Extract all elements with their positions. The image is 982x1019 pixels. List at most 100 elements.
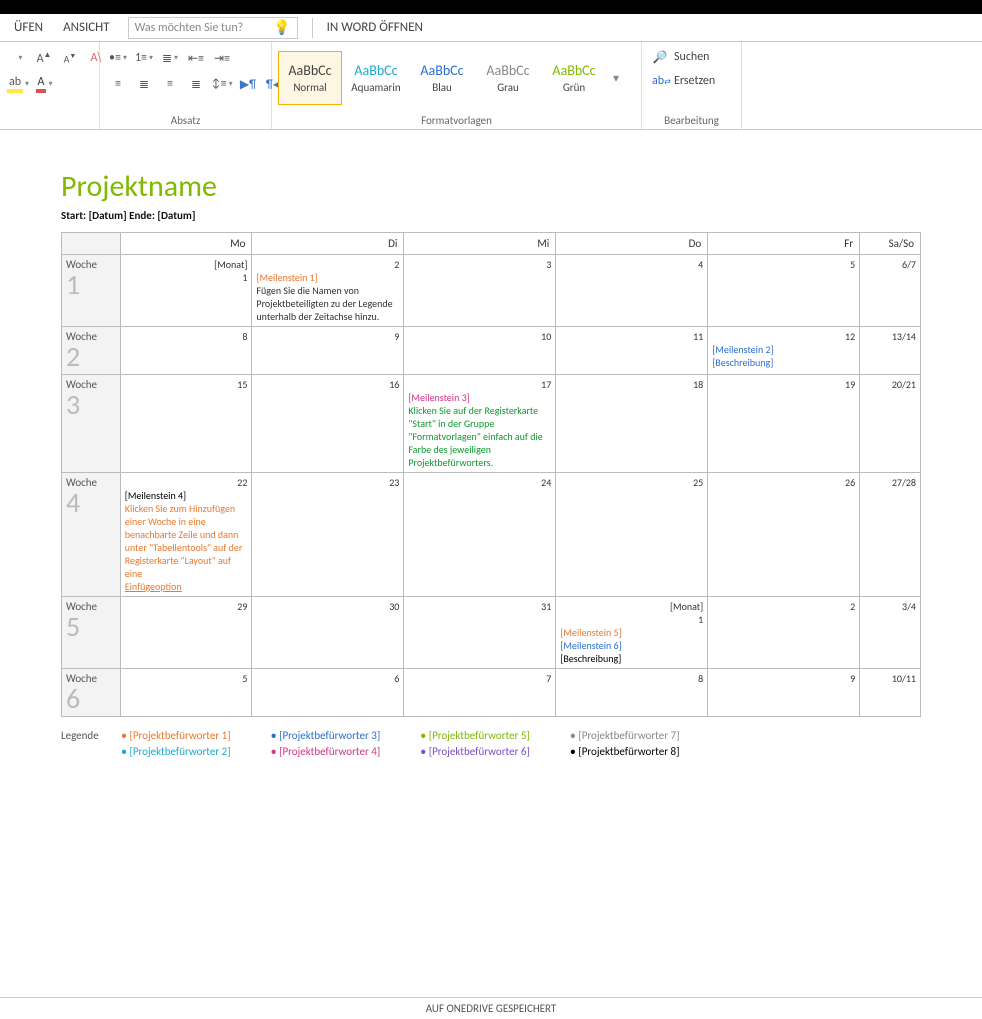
style-gruen[interactable]: AaBbCc Grün xyxy=(542,51,606,105)
font-color-dropdown[interactable] xyxy=(6,46,30,70)
calendar-row[interactable]: Woche3151617[Meilenstein 3]Klicken Sie a… xyxy=(62,375,921,473)
separator xyxy=(312,18,313,38)
document-page[interactable]: Projektname Start: [Datum] Ende: [Datum]… xyxy=(11,142,971,780)
calendar-cell[interactable]: 2[Meilenstein 1]Fügen Sie die Namen von … xyxy=(252,255,404,327)
calendar-cell[interactable]: 22[Meilenstein 4]Klicken Sie zum Hinzufü… xyxy=(120,473,252,597)
calendar-cell[interactable]: 2 xyxy=(708,597,860,669)
bullets-button[interactable]: •≡ xyxy=(106,46,130,70)
calendar-cell[interactable]: 5 xyxy=(708,255,860,327)
tell-me-placeholder: Was möchten Sie tun? xyxy=(135,21,244,35)
shrink-font-button[interactable]: A▼ xyxy=(58,46,82,70)
style-name: Grau xyxy=(497,81,519,94)
style-normal[interactable]: AaBbCc Normal xyxy=(278,51,342,105)
calendar-cell[interactable]: 23 xyxy=(252,473,404,597)
calendar-row[interactable]: Woche5293031[Monat]1[Meilenstein 5][Meil… xyxy=(62,597,921,669)
calendar-cell[interactable]: 10/11 xyxy=(860,669,921,717)
calendar-cell[interactable]: 13/14 xyxy=(860,327,921,375)
outdent-icon: ⇤≡ xyxy=(188,51,204,66)
project-title[interactable]: Projektname xyxy=(61,168,921,205)
align-left-icon: ≡ xyxy=(115,77,121,91)
calendar-row[interactable]: Woche422[Meilenstein 4]Klicken Sie zum H… xyxy=(62,473,921,597)
calendar-cell[interactable]: [Monat]1 xyxy=(120,255,252,327)
legend-column: • [Projektbefürworter 7]• [Projektbefürw… xyxy=(570,729,680,760)
group-label-formatvorlagen: Formatvorlagen xyxy=(278,110,635,127)
header-mo: Mo xyxy=(120,233,252,255)
bullets-icon: •≡ xyxy=(109,51,121,65)
ltr-button[interactable]: ▶¶ xyxy=(236,72,260,96)
binoculars-icon: 🔎 xyxy=(652,50,668,65)
calendar-cell[interactable]: 8 xyxy=(556,669,708,717)
calendar-cell[interactable]: 3/4 xyxy=(860,597,921,669)
calendar-cell[interactable]: 19 xyxy=(708,375,860,473)
multilevel-icon: ≣ xyxy=(162,51,172,66)
calendar-cell[interactable]: 17[Meilenstein 3]Klicken Sie auf der Reg… xyxy=(404,375,556,473)
week-label-cell: Woche3 xyxy=(62,375,121,473)
calendar-row[interactable]: Woche289101112[Meilenstein 2][Beschreibu… xyxy=(62,327,921,375)
highlight-dropdown[interactable]: ab xyxy=(6,72,30,96)
style-sample: AaBbCc xyxy=(288,62,331,79)
grow-font-button[interactable]: A▲ xyxy=(32,46,56,70)
tab-ueberpruefen[interactable]: ÜFEN xyxy=(4,14,53,41)
calendar-header-row: Mo Di Mi Do Fr Sa/So xyxy=(62,233,921,255)
calendar-cell[interactable]: 20/21 xyxy=(860,375,921,473)
style-name: Blau xyxy=(432,81,452,94)
style-blau[interactable]: AaBbCc Blau xyxy=(410,51,474,105)
calendar-cell[interactable]: 30 xyxy=(252,597,404,669)
calendar-cell[interactable]: 29 xyxy=(120,597,252,669)
project-dates[interactable]: Start: [Datum] Ende: [Datum] xyxy=(61,209,921,222)
align-justify-button[interactable]: ≣ xyxy=(184,72,208,96)
numbering-icon: 1≡ xyxy=(135,51,147,65)
header-saso: Sa/So xyxy=(860,233,921,255)
find-button[interactable]: 🔎 Suchen xyxy=(648,46,713,68)
calendar-cell[interactable]: 7 xyxy=(404,669,556,717)
calendar-cell[interactable]: 25 xyxy=(556,473,708,597)
replace-button[interactable]: ab⇄ Ersetzen xyxy=(648,70,719,92)
align-center-button[interactable]: ≣ xyxy=(132,72,156,96)
calendar-cell[interactable]: 11 xyxy=(556,327,708,375)
calendar-cell[interactable]: 15 xyxy=(120,375,252,473)
line-spacing-button[interactable]: ↕≡ xyxy=(210,72,234,96)
calendar-cell[interactable]: 5 xyxy=(120,669,252,717)
styles-expand-button[interactable]: ▾ xyxy=(608,71,624,86)
calendar-cell[interactable]: 4 xyxy=(556,255,708,327)
ltr-icon: ▶¶ xyxy=(240,77,256,92)
calendar-cell[interactable]: 26 xyxy=(708,473,860,597)
align-right-button[interactable]: ≡ xyxy=(158,72,182,96)
calendar-cell[interactable]: 24 xyxy=(404,473,556,597)
numbering-button[interactable]: 1≡ xyxy=(132,46,156,70)
calendar-cell[interactable]: 6 xyxy=(252,669,404,717)
calendar-cell[interactable]: [Monat]1[Meilenstein 5][Meilenstein 6][B… xyxy=(556,597,708,669)
calendar-cell[interactable]: 16 xyxy=(252,375,404,473)
decrease-indent-button[interactable]: ⇤≡ xyxy=(184,46,208,70)
legend-column: • [Projektbefürworter 5]• [Projektbefürw… xyxy=(420,729,530,760)
calendar-cell[interactable]: 10 xyxy=(404,327,556,375)
style-grau[interactable]: AaBbCc Grau xyxy=(476,51,540,105)
calendar-table[interactable]: Mo Di Mi Do Fr Sa/So Woche1[Monat]12[Mei… xyxy=(61,232,921,717)
style-sample: AaBbCc xyxy=(552,62,595,79)
tell-me-box[interactable]: Was möchten Sie tun? 💡 xyxy=(128,17,298,39)
align-center-icon: ≣ xyxy=(139,77,149,92)
calendar-cell[interactable]: 3 xyxy=(404,255,556,327)
calendar-cell[interactable]: 9 xyxy=(708,669,860,717)
legend-item: • [Projektbefürworter 3] xyxy=(271,729,381,743)
increase-indent-button[interactable]: ⇥≡ xyxy=(210,46,234,70)
multilevel-button[interactable]: ≣ xyxy=(158,46,182,70)
calendar-cell[interactable]: 8 xyxy=(120,327,252,375)
calendar-cell[interactable]: 27/28 xyxy=(860,473,921,597)
align-right-icon: ≡ xyxy=(167,77,173,91)
highlight-icon: ab xyxy=(7,75,23,93)
calendar-row[interactable]: Woche1[Monat]12[Meilenstein 1]Fügen Sie … xyxy=(62,255,921,327)
calendar-cell[interactable]: 18 xyxy=(556,375,708,473)
style-aquamarin[interactable]: AaBbCc Aquamarin xyxy=(344,51,408,105)
font-color-button[interactable]: A xyxy=(32,72,56,96)
calendar-cell[interactable]: 9 xyxy=(252,327,404,375)
calendar-row[interactable]: Woche65678910/11 xyxy=(62,669,921,717)
calendar-cell[interactable]: 6/7 xyxy=(860,255,921,327)
calendar-cell[interactable]: 31 xyxy=(404,597,556,669)
legend-item: • [Projektbefürworter 5] xyxy=(420,729,530,743)
calendar-cell[interactable]: 12[Meilenstein 2][Beschreibung] xyxy=(708,327,860,375)
legend-item: • [Projektbefürworter 7] xyxy=(570,729,680,743)
tab-ansicht[interactable]: ANSICHT xyxy=(53,14,120,41)
align-left-button[interactable]: ≡ xyxy=(106,72,130,96)
open-in-word-button[interactable]: IN WORD ÖFFNEN xyxy=(319,20,431,35)
